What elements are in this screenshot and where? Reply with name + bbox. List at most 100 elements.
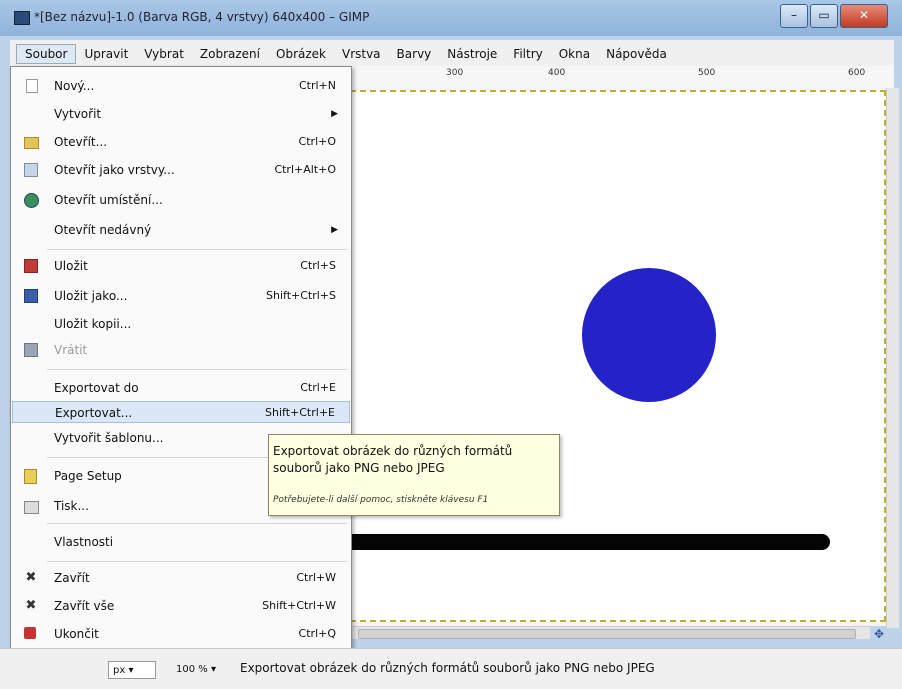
menu-item-shortcut: Ctrl+Q — [298, 627, 336, 640]
menu-item-label: Otevřít... — [54, 135, 108, 149]
menu-item-open-recent[interactable]: Otevřít nedávný ▶ — [12, 219, 350, 241]
horizontal-scrollbar[interactable] — [350, 626, 870, 639]
menu-item-close[interactable]: ✖ Zavřít Ctrl+W — [12, 567, 350, 589]
menu-item-properties[interactable]: Vlastnosti — [12, 531, 350, 553]
vertical-scrollbar[interactable] — [886, 88, 899, 628]
menu-item-label: Uložit — [54, 259, 88, 273]
open-folder-icon — [24, 137, 39, 149]
horizontal-ruler[interactable]: 300 400 500 600 — [350, 66, 894, 89]
menu-item-label: Tisk... — [54, 499, 89, 513]
ruler-label: 500 — [698, 68, 716, 78]
page-setup-icon — [24, 469, 37, 484]
menu-barvy[interactable]: Barvy — [389, 45, 440, 63]
ruler-label: 300 — [446, 68, 464, 78]
zoom-select[interactable]: 100 % ▾ — [176, 661, 236, 679]
menu-separator — [47, 523, 347, 524]
menu-obrazek[interactable]: Obrázek — [268, 45, 334, 63]
menu-item-shortcut: Ctrl+W — [296, 571, 336, 584]
menu-item-label: Uložit kopii... — [54, 317, 132, 331]
quit-icon — [24, 627, 36, 639]
file-menu: Nový... Ctrl+N Vytvořit ▶ Otevřít... Ctr… — [10, 66, 352, 654]
navigate-icon[interactable]: ✥ — [874, 627, 884, 641]
window-title: *[Bez názvu]-1.0 (Barva RGB, 4 vrstvy) 6… — [34, 10, 370, 24]
blue-circle-shape[interactable] — [582, 268, 716, 402]
tooltip-text: Exportovat obrázek do různých formátů so… — [273, 444, 513, 475]
menu-napoveda[interactable]: Nápověda — [598, 45, 675, 63]
menu-item-label: Otevřít umístění... — [54, 193, 163, 207]
close-all-icon: ✖ — [25, 598, 37, 613]
submenu-arrow-icon: ▶ — [331, 109, 338, 119]
save-icon — [24, 259, 38, 273]
menu-item-label: Otevřít nedávný — [54, 223, 152, 237]
title-bar: *[Bez názvu]-1.0 (Barva RGB, 4 vrstvy) 6… — [0, 0, 902, 36]
menu-item-save-as[interactable]: Uložit jako... Shift+Ctrl+S — [12, 285, 350, 307]
menu-item-label: Vytvořit šablonu... — [54, 431, 164, 445]
menu-item-shortcut: Ctrl+N — [298, 79, 336, 92]
close-window-button[interactable]: ✕ — [840, 4, 888, 28]
menu-item-label: Otevřít jako vrstvy... — [54, 163, 175, 177]
globe-icon — [24, 193, 39, 208]
menu-separator — [47, 369, 347, 370]
open-layers-icon — [24, 163, 38, 177]
menu-item-label: Zavřít — [54, 571, 90, 585]
menu-item-open[interactable]: Otevřít... Ctrl+O — [12, 131, 350, 153]
menu-item-label: Page Setup — [54, 469, 122, 483]
menu-item-close-all[interactable]: ✖ Zavřít vše Shift+Ctrl+W — [12, 595, 350, 617]
print-icon — [24, 501, 39, 514]
menu-item-label: Vytvořit — [54, 107, 102, 121]
menu-nastroje[interactable]: Nástroje — [439, 45, 505, 63]
close-icon: ✖ — [25, 570, 37, 585]
tooltip-hint: Potřebujete-li další pomoc, stiskněte kl… — [273, 495, 489, 505]
ruler-label: 600 — [848, 68, 866, 78]
menu-filtry[interactable]: Filtry — [505, 45, 550, 63]
menu-item-shortcut: Ctrl+E — [300, 381, 336, 394]
menu-item-shortcut: Ctrl+S — [300, 259, 336, 272]
menu-soubor[interactable]: Soubor — [16, 44, 77, 64]
menu-item-open-location[interactable]: Otevřít umístění... — [12, 189, 350, 211]
menu-item-save[interactable]: Uložit Ctrl+S — [12, 255, 350, 277]
zoom-value: 100 % — [176, 664, 208, 675]
menu-bar: Soubor Upravit Vybrat Zobrazení Obrázek … — [10, 40, 894, 67]
scrollbar-thumb[interactable] — [358, 629, 856, 639]
menu-vybrat[interactable]: Vybrat — [136, 45, 192, 63]
menu-item-shortcut: Shift+Ctrl+E — [265, 406, 335, 419]
menu-separator — [47, 561, 347, 562]
menu-item-label: Exportovat do — [54, 381, 139, 395]
menu-okna[interactable]: Okna — [551, 45, 598, 63]
menu-item-save-copy[interactable]: Uložit kopii... — [12, 313, 350, 335]
menu-item-revert: Vrátit — [12, 339, 350, 361]
gimp-app-icon — [14, 11, 30, 25]
black-line-shape[interactable] — [340, 534, 830, 550]
menu-item-export-to[interactable]: Exportovat do Ctrl+E — [12, 377, 350, 399]
menu-item-shortcut: Ctrl+O — [298, 135, 336, 148]
menu-item-shortcut: Ctrl+Alt+O — [274, 163, 336, 176]
menu-item-new[interactable]: Nový... Ctrl+N — [12, 75, 350, 97]
save-as-icon — [24, 289, 38, 303]
menu-upravit[interactable]: Upravit — [76, 45, 136, 63]
unit-select[interactable]: px ▾ — [108, 661, 156, 679]
menu-item-export[interactable]: Exportovat... Shift+Ctrl+E — [12, 401, 350, 423]
export-tooltip: Exportovat obrázek do různých formátů so… — [268, 434, 560, 516]
status-message: Exportovat obrázek do různých formátů so… — [240, 661, 655, 675]
menu-item-label: Zavřít vše — [54, 599, 115, 613]
menu-item-create[interactable]: Vytvořit ▶ — [12, 103, 350, 125]
submenu-arrow-icon: ▶ — [331, 225, 338, 235]
unit-value: px — [113, 665, 126, 676]
ruler-label: 400 — [548, 68, 566, 78]
revert-icon — [24, 343, 38, 357]
menu-item-shortcut: Shift+Ctrl+W — [262, 599, 336, 612]
menu-item-shortcut: Shift+Ctrl+S — [266, 289, 336, 302]
menu-item-label: Vrátit — [54, 343, 88, 357]
minimize-button[interactable]: – — [780, 4, 808, 28]
menu-item-open-as-layers[interactable]: Otevřít jako vrstvy... Ctrl+Alt+O — [12, 159, 350, 181]
menu-item-label: Uložit jako... — [54, 289, 128, 303]
menu-item-quit[interactable]: Ukončit Ctrl+Q — [12, 623, 350, 645]
menu-item-label: Nový... — [54, 79, 95, 93]
new-file-icon — [26, 79, 38, 93]
status-bar: px ▾ 100 % ▾ Exportovat obrázek do různý… — [0, 648, 902, 689]
menu-zobrazeni[interactable]: Zobrazení — [192, 45, 268, 63]
menu-vrstva[interactable]: Vrstva — [334, 45, 389, 63]
window-controls: – ▭ ✕ — [780, 4, 888, 28]
maximize-button[interactable]: ▭ — [810, 4, 838, 28]
menu-item-label: Ukončit — [54, 627, 99, 641]
